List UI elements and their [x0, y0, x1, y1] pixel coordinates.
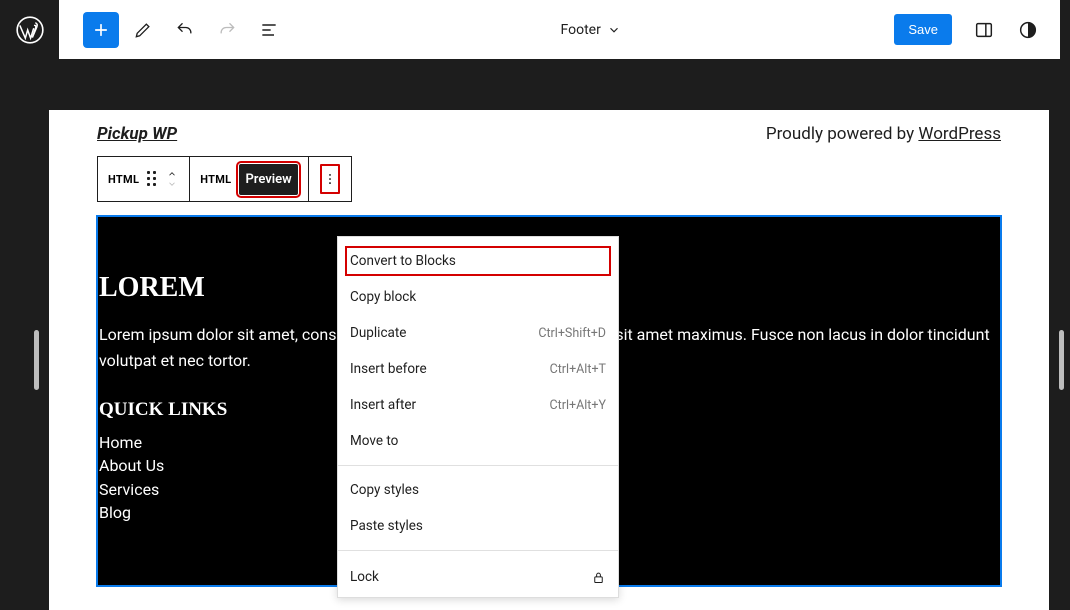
sidebar-toggle-icon[interactable] [966, 12, 1002, 48]
menu-move-to[interactable]: Move to [338, 423, 618, 459]
redo-icon [209, 12, 245, 48]
menu-insert-before[interactable]: Insert before Ctrl+Alt+T [338, 351, 618, 387]
more-options-icon[interactable] [319, 163, 341, 195]
wordpress-link[interactable]: WordPress [918, 124, 1001, 144]
menu-insert-after[interactable]: Insert after Ctrl+Alt+Y [338, 387, 618, 423]
editor-topbar: Footer Save [59, 0, 1060, 59]
block-type-label: HTML [108, 173, 139, 186]
topbar-right-icons [966, 12, 1046, 48]
template-header: Pickup WP Proudly powered by WordPress [49, 110, 1049, 156]
wordpress-logo[interactable] [0, 0, 59, 59]
menu-separator [338, 550, 618, 551]
powered-by: Proudly powered by WordPress [766, 124, 1001, 144]
menu-duplicate[interactable]: Duplicate Ctrl+Shift+D [338, 315, 618, 351]
styles-contrast-icon[interactable] [1010, 12, 1046, 48]
more-options-segment[interactable] [309, 157, 351, 201]
block-toolbar: HTML HTML Preview [97, 156, 352, 202]
block-type-segment[interactable]: HTML [98, 157, 190, 201]
app-root: Footer Save Pickup WP Proudly powered by… [0, 0, 1070, 610]
move-arrows[interactable] [165, 169, 179, 189]
html-preview-segment: HTML Preview [190, 157, 309, 201]
lock-icon [591, 570, 606, 585]
menu-convert-to-blocks[interactable]: Convert to Blocks [342, 243, 614, 279]
menu-copy-block[interactable]: Copy block [338, 279, 618, 315]
chevron-down-icon [607, 23, 621, 37]
add-block-button[interactable] [83, 12, 119, 48]
save-button[interactable]: Save [894, 14, 952, 45]
tab-preview[interactable]: Preview [239, 164, 297, 195]
document-outline-icon[interactable] [251, 12, 287, 48]
document-label: Footer [561, 22, 601, 38]
menu-paste-styles[interactable]: Paste styles [338, 508, 618, 544]
document-switcher[interactable]: Footer [287, 22, 894, 38]
edit-tool-icon[interactable] [125, 12, 161, 48]
menu-separator [338, 465, 618, 466]
block-context-menu: Convert to Blocks Copy block Duplicate C… [337, 236, 619, 598]
undo-icon[interactable] [167, 12, 203, 48]
site-title[interactable]: Pickup WP [97, 124, 177, 144]
menu-lock[interactable]: Lock [338, 557, 618, 597]
drag-handle-icon[interactable] [147, 171, 157, 187]
scroll-indicator [34, 330, 39, 390]
menu-copy-styles[interactable]: Copy styles [338, 472, 618, 508]
tab-html[interactable]: HTML [200, 173, 231, 186]
scroll-indicator[interactable] [1059, 330, 1064, 390]
